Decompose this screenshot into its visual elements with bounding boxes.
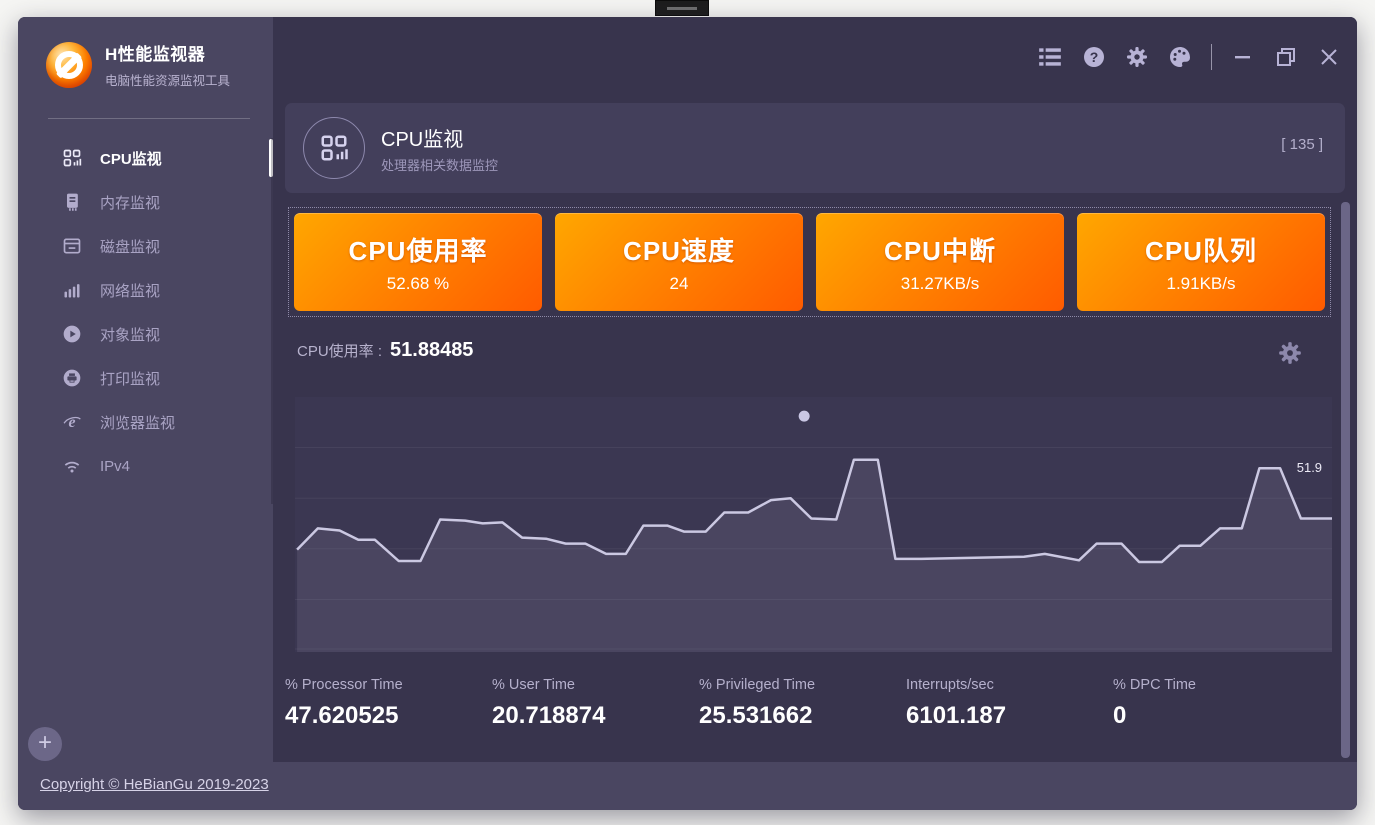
- copyright-link[interactable]: Copyright © HeBianGu 2019-2023: [40, 776, 269, 793]
- sidebar-menu: CPU监视 内存监视 磁盘监视: [18, 136, 273, 488]
- page-subtitle: 处理器相关数据监控: [381, 155, 498, 174]
- sidebar-item-label: CPU监视: [100, 148, 162, 169]
- metric-cards-strip: CPU使用率 52.68 % CPU速度 24 CPU中断 31.27KB/s …: [288, 207, 1331, 317]
- stat-value: 20.718874: [492, 702, 699, 730]
- stat-dpc-time: % DPC Time 0: [1113, 677, 1320, 730]
- svg-text:?: ?: [1090, 49, 1099, 65]
- sidebar-item-ipv4[interactable]: IPv4: [18, 444, 273, 488]
- card-value: 31.27KB/s: [901, 274, 979, 294]
- cpu-icon: [62, 148, 82, 168]
- card-cpu-interrupts[interactable]: CPU中断 31.27KB/s: [816, 213, 1064, 311]
- svg-text:e: e: [68, 414, 75, 431]
- cpu-circle-icon: [303, 117, 365, 179]
- stat-processor-time: % Processor Time 47.620525: [285, 677, 492, 730]
- app-window: H性能监视器 电脑性能资源监视工具 CPU监视: [18, 17, 1357, 810]
- card-value: 52.68 %: [387, 274, 449, 294]
- network-icon: [62, 280, 82, 300]
- chart-annotation: 51.9: [1297, 460, 1322, 475]
- stat-interrupts: Interrupts/sec 6101.187: [906, 677, 1113, 730]
- screen-capture-handle[interactable]: [655, 0, 709, 16]
- stat-user-time: % User Time 20.718874: [492, 677, 699, 730]
- stat-value: 0: [1113, 702, 1320, 730]
- help-icon[interactable]: ?: [1082, 45, 1106, 69]
- sidebar-item-cpu[interactable]: CPU监视: [18, 136, 273, 180]
- close-icon[interactable]: [1317, 45, 1341, 69]
- current-usage-value: 51.88485: [390, 339, 473, 362]
- stat-value: 25.531662: [699, 702, 906, 730]
- main-content: ?: [273, 17, 1357, 762]
- stat-label: Interrupts/sec: [906, 677, 1113, 693]
- plus-icon: +: [38, 729, 52, 756]
- stat-value: 6101.187: [906, 702, 1113, 730]
- window-footer: Copyright © HeBianGu 2019-2023: [18, 762, 1357, 810]
- chart-marker-dot: [799, 411, 810, 422]
- titlebar-actions: ?: [1037, 44, 1341, 70]
- disk-icon: [62, 236, 82, 256]
- page-title: CPU监视: [381, 123, 463, 152]
- object-icon: [62, 324, 82, 344]
- sidebar-item-label: 网络监视: [100, 280, 160, 301]
- app-logo-icon: [46, 42, 92, 88]
- counter-stats-row: % Processor Time 47.620525 % User Time 2…: [285, 677, 1332, 730]
- restore-icon[interactable]: [1274, 45, 1298, 69]
- card-value: 24: [670, 274, 689, 294]
- app-title: H性能监视器: [105, 40, 230, 65]
- main-scrollbar[interactable]: [1341, 202, 1350, 758]
- current-usage-row: CPU使用率 : 51.88485: [297, 339, 473, 362]
- handle-grip: [667, 7, 697, 10]
- app-logo-row: H性能监视器 电脑性能资源监视工具: [46, 40, 230, 89]
- card-title: CPU速度: [623, 231, 735, 268]
- sidebar-item-label: IPv4: [100, 458, 130, 475]
- stat-label: % Processor Time: [285, 677, 492, 693]
- minimize-icon[interactable]: [1231, 45, 1255, 69]
- card-value: 1.91KB/s: [1167, 274, 1236, 294]
- chart-settings-gear-icon[interactable]: [1277, 340, 1303, 366]
- stat-label: % DPC Time: [1113, 677, 1320, 693]
- card-title: CPU使用率: [349, 231, 488, 268]
- cpu-usage-chart: 51.9: [295, 397, 1332, 652]
- card-cpu-usage[interactable]: CPU使用率 52.68 %: [294, 213, 542, 311]
- counter-badge: [ 135 ]: [1281, 136, 1323, 153]
- sidebar-item-label: 磁盘监视: [100, 236, 160, 257]
- stat-privileged-time: % Privileged Time 25.531662: [699, 677, 906, 730]
- add-button[interactable]: +: [28, 727, 62, 761]
- settings-gear-icon[interactable]: [1125, 45, 1149, 69]
- card-title: CPU中断: [884, 231, 996, 268]
- app-subtitle: 电脑性能资源监视工具: [105, 70, 230, 89]
- card-cpu-speed[interactable]: CPU速度 24: [555, 213, 803, 311]
- card-cpu-queue[interactable]: CPU队列 1.91KB/s: [1077, 213, 1325, 311]
- sidebar-item-label: 打印监视: [100, 368, 160, 389]
- wifi-icon: [62, 456, 82, 476]
- browser-icon: e: [62, 412, 82, 432]
- sidebar-item-memory[interactable]: 内存监视: [18, 180, 273, 224]
- sidebar-item-browser[interactable]: e 浏览器监视: [18, 400, 273, 444]
- stat-value: 47.620525: [285, 702, 492, 730]
- sidebar-item-disk[interactable]: 磁盘监视: [18, 224, 273, 268]
- titlebar-separator: [1211, 44, 1212, 70]
- theme-palette-icon[interactable]: [1168, 45, 1192, 69]
- page-header-card: CPU监视 处理器相关数据监控 [ 135 ]: [285, 103, 1345, 193]
- list-menu-icon[interactable]: [1037, 44, 1063, 70]
- sidebar-item-label: 对象监视: [100, 324, 160, 345]
- memory-icon: [62, 192, 82, 212]
- sidebar-item-label: 浏览器监视: [100, 412, 175, 433]
- printer-icon: [62, 368, 82, 388]
- sidebar-item-printer[interactable]: 打印监视: [18, 356, 273, 400]
- sidebar-item-object[interactable]: 对象监视: [18, 312, 273, 356]
- stat-label: % Privileged Time: [699, 677, 906, 693]
- current-usage-label: CPU使用率 :: [297, 340, 382, 361]
- sidebar: H性能监视器 电脑性能资源监视工具 CPU监视: [18, 17, 273, 762]
- sidebar-divider: [48, 118, 250, 119]
- card-title: CPU队列: [1145, 231, 1257, 268]
- sidebar-item-label: 内存监视: [100, 192, 160, 213]
- sidebar-item-network[interactable]: 网络监视: [18, 268, 273, 312]
- stat-label: % User Time: [492, 677, 699, 693]
